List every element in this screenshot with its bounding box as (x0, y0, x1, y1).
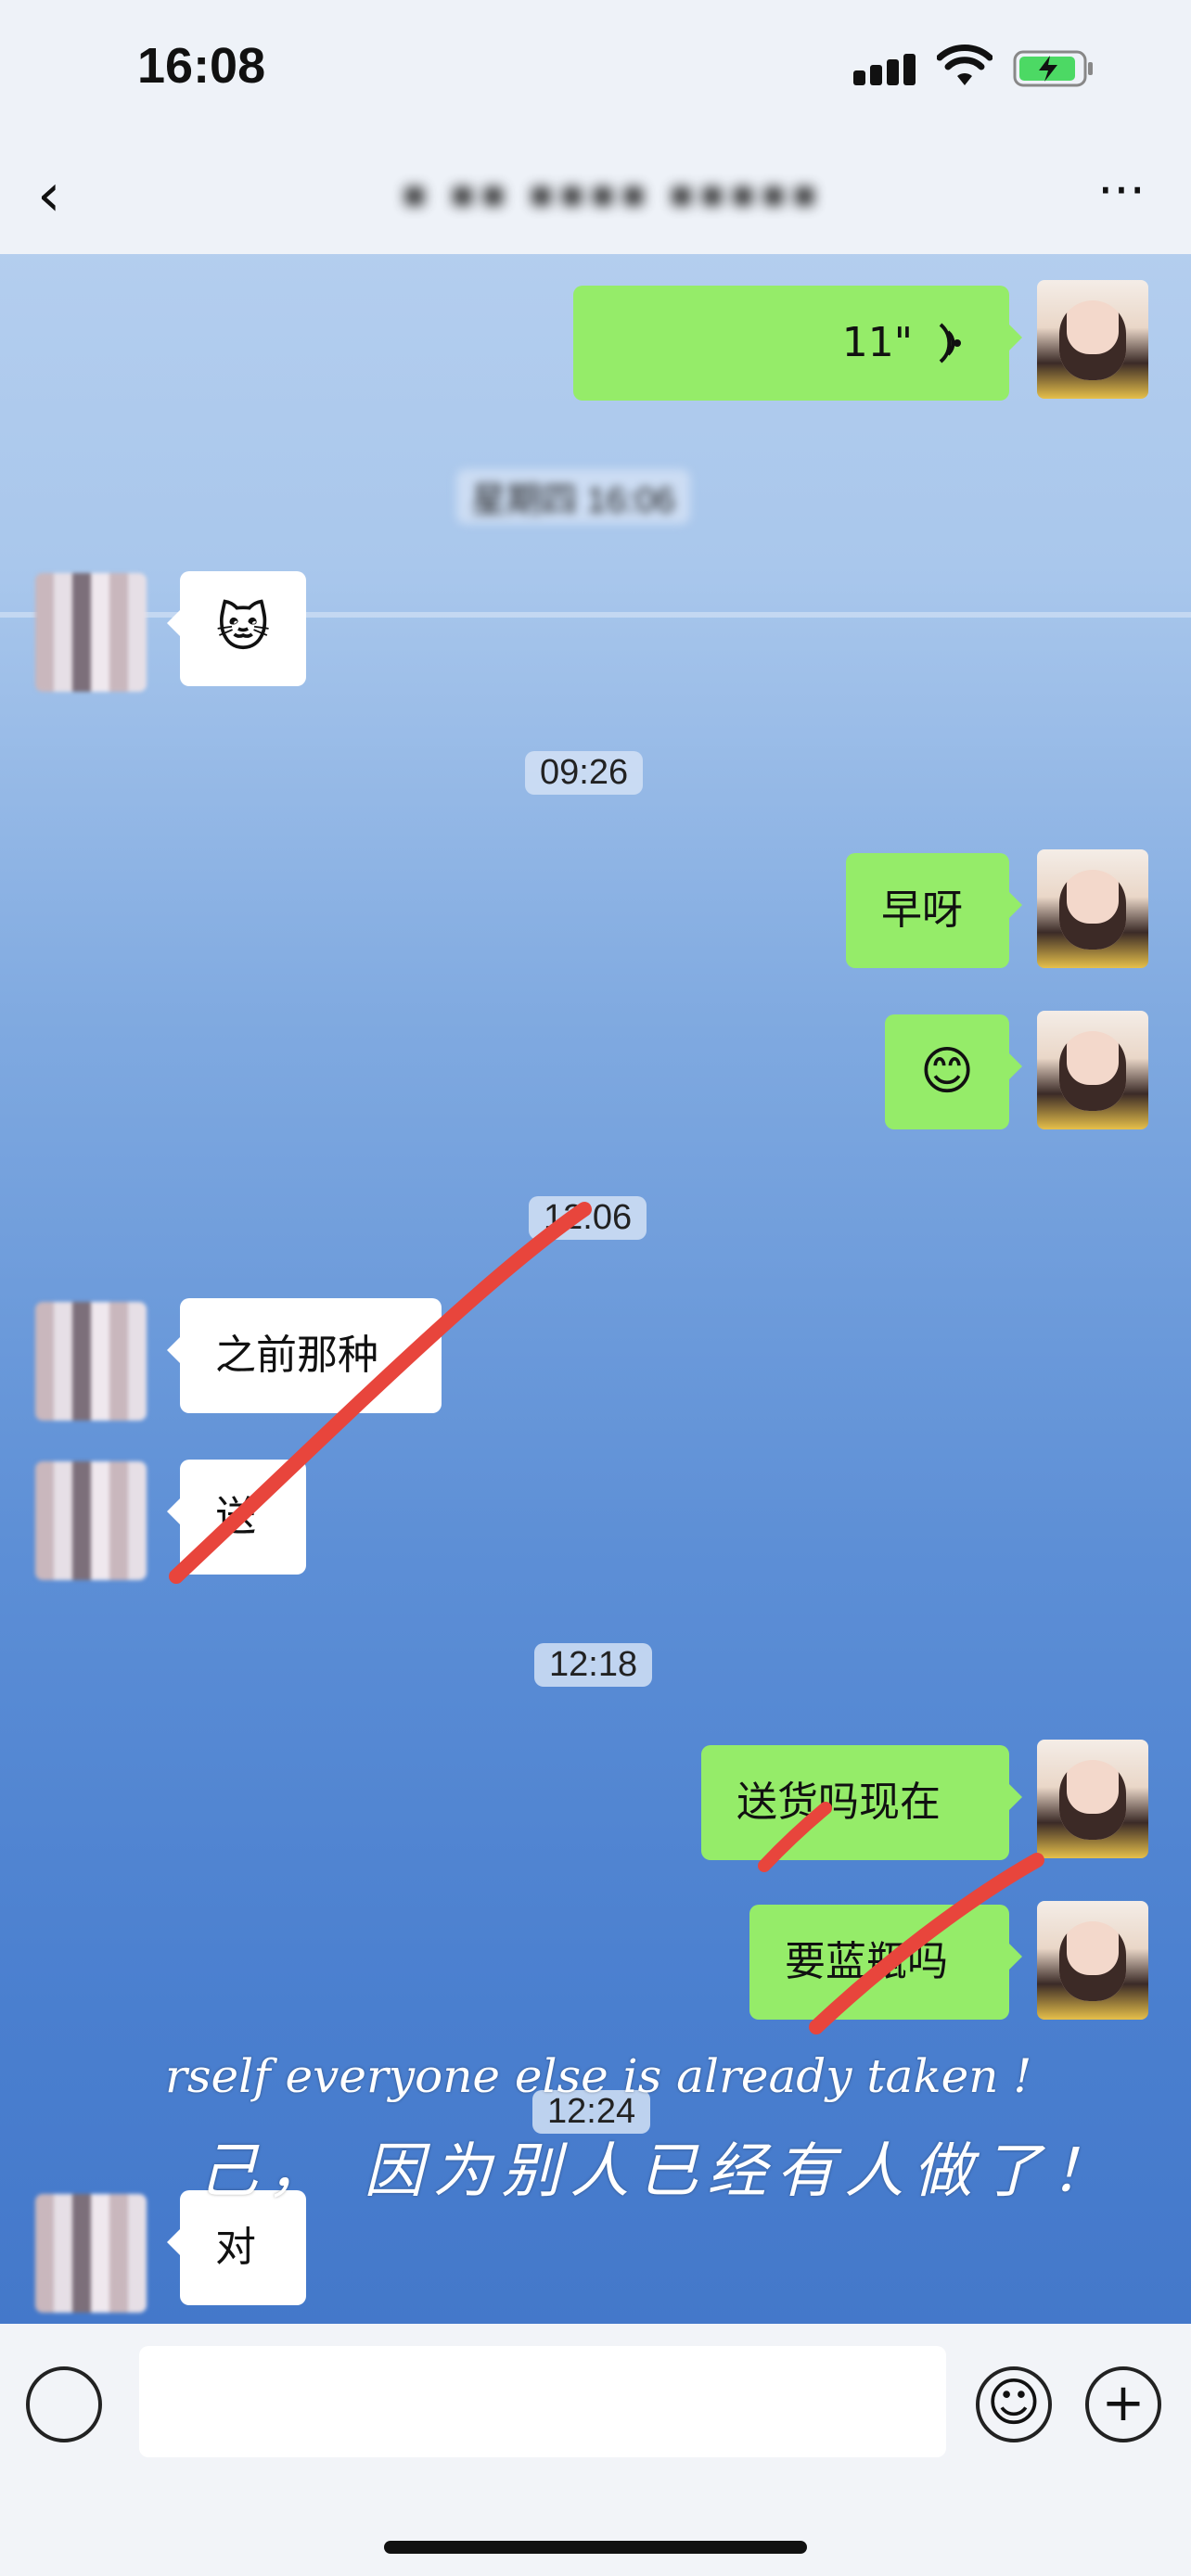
status-bar: 16:08 (0, 0, 1191, 139)
message-text: 送 (215, 1493, 256, 1540)
timestamp: 12:06 (529, 1196, 647, 1240)
input-bar: ☺ + (0, 2324, 1191, 2576)
my-avatar[interactable] (1037, 1901, 1148, 2020)
home-indicator (384, 2541, 807, 2554)
message-bubble[interactable]: 送货吗现在 (701, 1745, 1022, 1860)
voice-message-bubble[interactable]: 11" (573, 286, 1022, 401)
timestamp: 12:18 (534, 1643, 653, 1687)
my-avatar[interactable] (1037, 1011, 1148, 1129)
my-avatar[interactable] (1037, 1740, 1148, 1858)
message-text: 要蓝瓶吗 (785, 1938, 948, 1985)
message-text: 之前那种 (215, 1332, 378, 1379)
chat-title: ▪ ▪▪ ▪▪▪▪ ▪▪▪▪▪ (402, 172, 823, 215)
overlay-text-chinese: 己， 因为别人已经有人做了！ (198, 2137, 1120, 2206)
voice-wave-icon (939, 323, 961, 363)
message-text: 早呀 (881, 886, 963, 934)
message-bubble[interactable]: 送 (167, 1460, 306, 1575)
overlay-text-english: rself everyone else is already taken ! (165, 2049, 1032, 2103)
plus-icon[interactable]: + (1085, 2366, 1161, 2442)
voice-duration: 11" (841, 319, 913, 366)
back-icon[interactable]: ‹ (37, 163, 93, 228)
cat-emoji: 🐱 (215, 598, 271, 658)
message-input[interactable] (139, 2346, 946, 2457)
emoji-icon[interactable]: ☺ (976, 2366, 1052, 2442)
status-time: 16:08 (137, 38, 266, 94)
contact-avatar[interactable] (35, 573, 147, 692)
timestamp: 09:26 (525, 751, 644, 795)
timestamp: 星期四 16:06 (456, 469, 690, 524)
my-avatar[interactable] (1037, 849, 1148, 968)
contact-avatar[interactable] (35, 1302, 147, 1421)
my-avatar[interactable] (1037, 280, 1148, 399)
voice-input-icon[interactable] (26, 2366, 102, 2442)
more-options-icon[interactable]: ··· (1089, 166, 1154, 219)
chat-header: ‹ ▪ ▪▪ ▪▪▪▪ ▪▪▪▪▪ ··· (0, 139, 1191, 254)
message-bubble[interactable]: 之前那种 (167, 1298, 442, 1413)
message-bubble[interactable]: 😊 (885, 1014, 1022, 1129)
message-text: 对 (215, 2224, 256, 2271)
battery-icon (1013, 50, 1093, 87)
contact-avatar[interactable] (35, 1461, 147, 1580)
wifi-icon (937, 45, 992, 85)
message-bubble[interactable]: 🐱 (167, 571, 306, 686)
message-bubble[interactable]: 要蓝瓶吗 (749, 1905, 1022, 2020)
smile-emoji: 😊 (919, 1041, 975, 1102)
contact-avatar[interactable] (35, 2194, 147, 2313)
signal-icon (853, 54, 920, 85)
message-bubble[interactable]: 早呀 (846, 853, 1022, 968)
message-text: 送货吗现在 (736, 1779, 941, 1826)
